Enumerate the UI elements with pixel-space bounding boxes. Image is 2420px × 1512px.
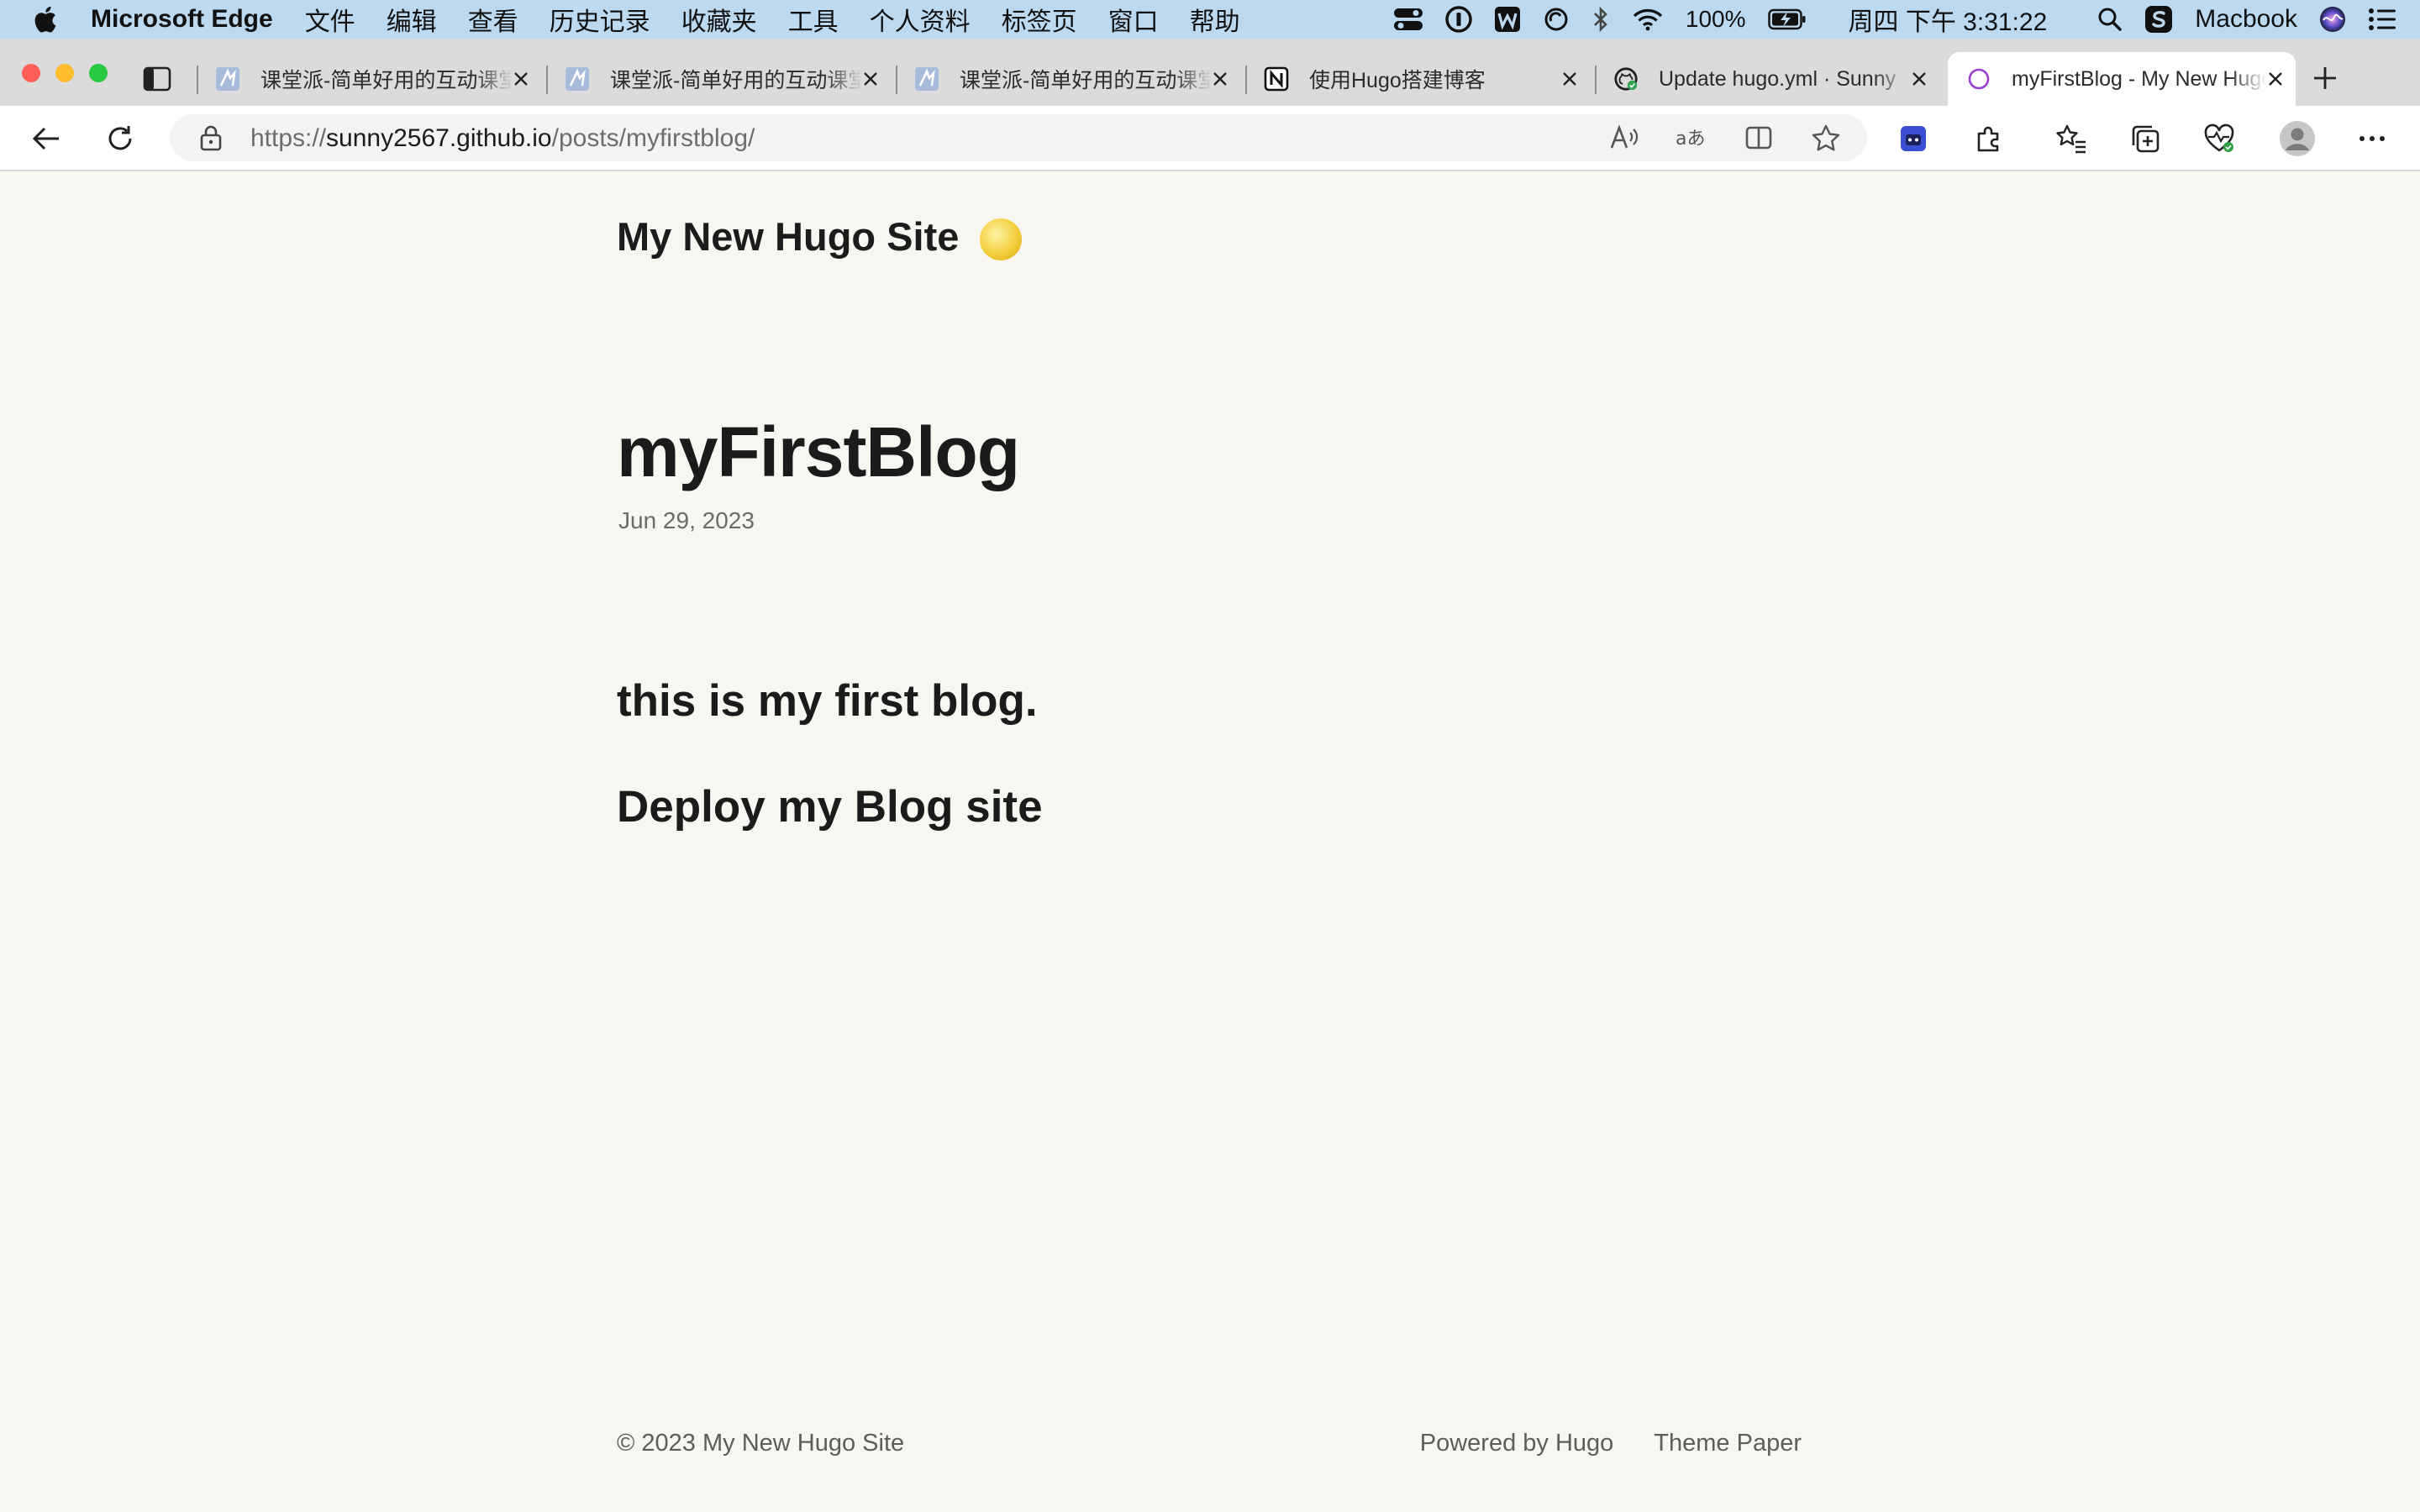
back-button[interactable] [29, 121, 64, 156]
theme-toggle-moon-icon[interactable] [980, 218, 1022, 260]
menu-bar-status-area: 100% 周四 下午 3:31:22 Macbook [1393, 0, 2396, 39]
url-path: /posts/myfirstblog/ [551, 124, 755, 152]
siri-icon[interactable] [2319, 6, 2346, 33]
menu-bar-clock[interactable]: 周四 下午 3:31:22 [1849, 1, 2048, 38]
window-zoom-button[interactable] [89, 64, 108, 82]
wps-icon[interactable] [1494, 6, 1521, 33]
macos-menu-bar: Microsoft Edge 文件 编辑 查看 历史记录 收藏夹 工具 个人资料… [0, 0, 2420, 39]
s-app-icon[interactable] [2144, 5, 2173, 34]
translate-icon[interactable]: aあ [1674, 120, 1709, 155]
github-icon [1613, 66, 1639, 92]
close-icon[interactable] [509, 67, 533, 91]
ketangpai-icon [565, 66, 590, 92]
favorites-icon[interactable] [2054, 121, 2089, 156]
menu-tools[interactable]: 工具 [788, 1, 839, 38]
more-options-icon[interactable] [2354, 121, 2390, 156]
url-scheme: https:// [250, 124, 327, 152]
url-text[interactable]: https://sunny2567.github.io/posts/myfirs… [250, 124, 755, 153]
close-icon[interactable] [1907, 67, 1931, 91]
new-tab-button[interactable] [2307, 60, 2343, 96]
tab-separator [197, 66, 198, 94]
spotlight-search-icon[interactable] [2097, 7, 2123, 32]
web-page: My New Hugo Site myFirstBlog Jun 29, 202… [0, 171, 2420, 1512]
menu-help[interactable]: 帮助 [1190, 1, 1240, 38]
tab-separator [896, 66, 897, 94]
battery-percentage: 100% [1685, 6, 1746, 32]
browser-essentials-icon[interactable] [2202, 121, 2237, 156]
tab-title: 课堂派-简单好用的互动课堂 [960, 69, 1212, 92]
tab-notion-hugo[interactable]: 使用Hugo搭建博客 [1254, 52, 1590, 106]
tab-title: 使用Hugo搭建博客 [1309, 69, 1486, 92]
footer-links: Powered by Hugo Theme Paper [1420, 1430, 1802, 1457]
post-title: myFirstBlog [617, 412, 1020, 491]
refresh-button[interactable] [103, 121, 138, 156]
onepassword-icon[interactable] [1445, 6, 1472, 33]
ketangpai-icon [215, 66, 240, 92]
control-center-icon[interactable] [1393, 7, 1423, 32]
window-minimize-button[interactable] [55, 64, 74, 82]
loading-icon [1966, 66, 1991, 92]
menu-history[interactable]: 历史记录 [550, 1, 650, 38]
close-icon[interactable] [2264, 67, 2287, 91]
collections-icon[interactable] [2128, 121, 2163, 156]
tab-separator [546, 66, 548, 94]
tab-title: 课堂派-简单好用的互动课堂 [260, 69, 513, 92]
post-heading: this is my first blog. [617, 676, 1038, 726]
vertical-tabs-icon[interactable] [139, 61, 175, 97]
notification-center-icon[interactable] [2368, 8, 2396, 31]
menu-profile[interactable]: 个人资料 [870, 1, 971, 38]
footer-copyright: © 2023 My New Hugo Site [617, 1430, 905, 1457]
close-icon[interactable] [1208, 67, 1232, 91]
tab-ketangpai-1[interactable]: 课堂派-简单好用的互动课堂 [205, 52, 541, 106]
tab-ketangpai-2[interactable]: 课堂派-简单好用的互动课堂 [555, 52, 891, 106]
tab-ketangpai-3[interactable]: 课堂派-简单好用的互动课堂 [904, 52, 1240, 106]
url-domain: sunny2567.github.io [326, 124, 552, 152]
menu-window[interactable]: 窗口 [1108, 1, 1159, 38]
wifi-icon[interactable] [1632, 7, 1664, 32]
browser-toolbar: https://sunny2567.github.io/posts/myfirs… [0, 106, 2420, 171]
tab-myfirstblog-active[interactable]: myFirstBlog - My New Hugo Site [1948, 52, 2296, 106]
tab-github-update[interactable]: Update hugo.yml · Sunny [1603, 52, 1939, 106]
close-icon[interactable] [1558, 67, 1581, 91]
notion-icon [1264, 66, 1289, 92]
extension-chatgpt-icon[interactable] [1896, 121, 1931, 156]
menu-tabs[interactable]: 标签页 [1002, 1, 1077, 38]
battery-charging-icon[interactable] [1767, 8, 1807, 30]
powered-by-hugo-link[interactable]: Powered by Hugo [1420, 1430, 1614, 1457]
tab-title: 课堂派-简单好用的互动课堂 [610, 69, 862, 92]
close-icon[interactable] [859, 67, 882, 91]
tab-separator [1595, 66, 1597, 94]
bluetooth-icon[interactable] [1591, 6, 1610, 33]
tab-separator [1245, 66, 1247, 94]
profile-avatar[interactable] [2279, 120, 2316, 157]
post-heading: Deploy my Blog site [617, 782, 1043, 832]
theme-paper-link[interactable]: Theme Paper [1654, 1430, 1802, 1457]
menu-file[interactable]: 文件 [305, 1, 355, 38]
tab-title: myFirstBlog - My New Hugo Site [2012, 66, 2267, 91]
menu-edit[interactable]: 编辑 [387, 1, 437, 38]
sync-icon[interactable] [1543, 6, 1570, 33]
split-screen-icon[interactable] [1741, 120, 1776, 155]
extensions-puzzle-icon[interactable] [1971, 121, 2007, 156]
ketangpai-icon [914, 66, 939, 92]
post-date: Jun 29, 2023 [618, 507, 755, 533]
favorite-star-icon[interactable] [1808, 120, 1844, 155]
tab-title: Update hugo.yml · Sunny [1659, 66, 1897, 91]
app-name-menu[interactable]: Microsoft Edge [91, 5, 273, 34]
window-close-button[interactable] [22, 64, 40, 82]
read-aloud-icon[interactable] [1607, 120, 1642, 155]
menu-view[interactable]: 查看 [468, 1, 518, 38]
menu-bar-user[interactable]: Macbook [2195, 5, 2297, 34]
menu-favorites[interactable]: 收藏夹 [681, 1, 757, 38]
apple-icon[interactable] [32, 5, 66, 34]
lock-icon[interactable] [193, 120, 229, 155]
svg-text:aあ: aあ [1676, 129, 1705, 150]
site-title-link[interactable]: My New Hugo Site [617, 213, 959, 260]
address-bar[interactable]: https://sunny2567.github.io/posts/myfirs… [170, 114, 1867, 161]
